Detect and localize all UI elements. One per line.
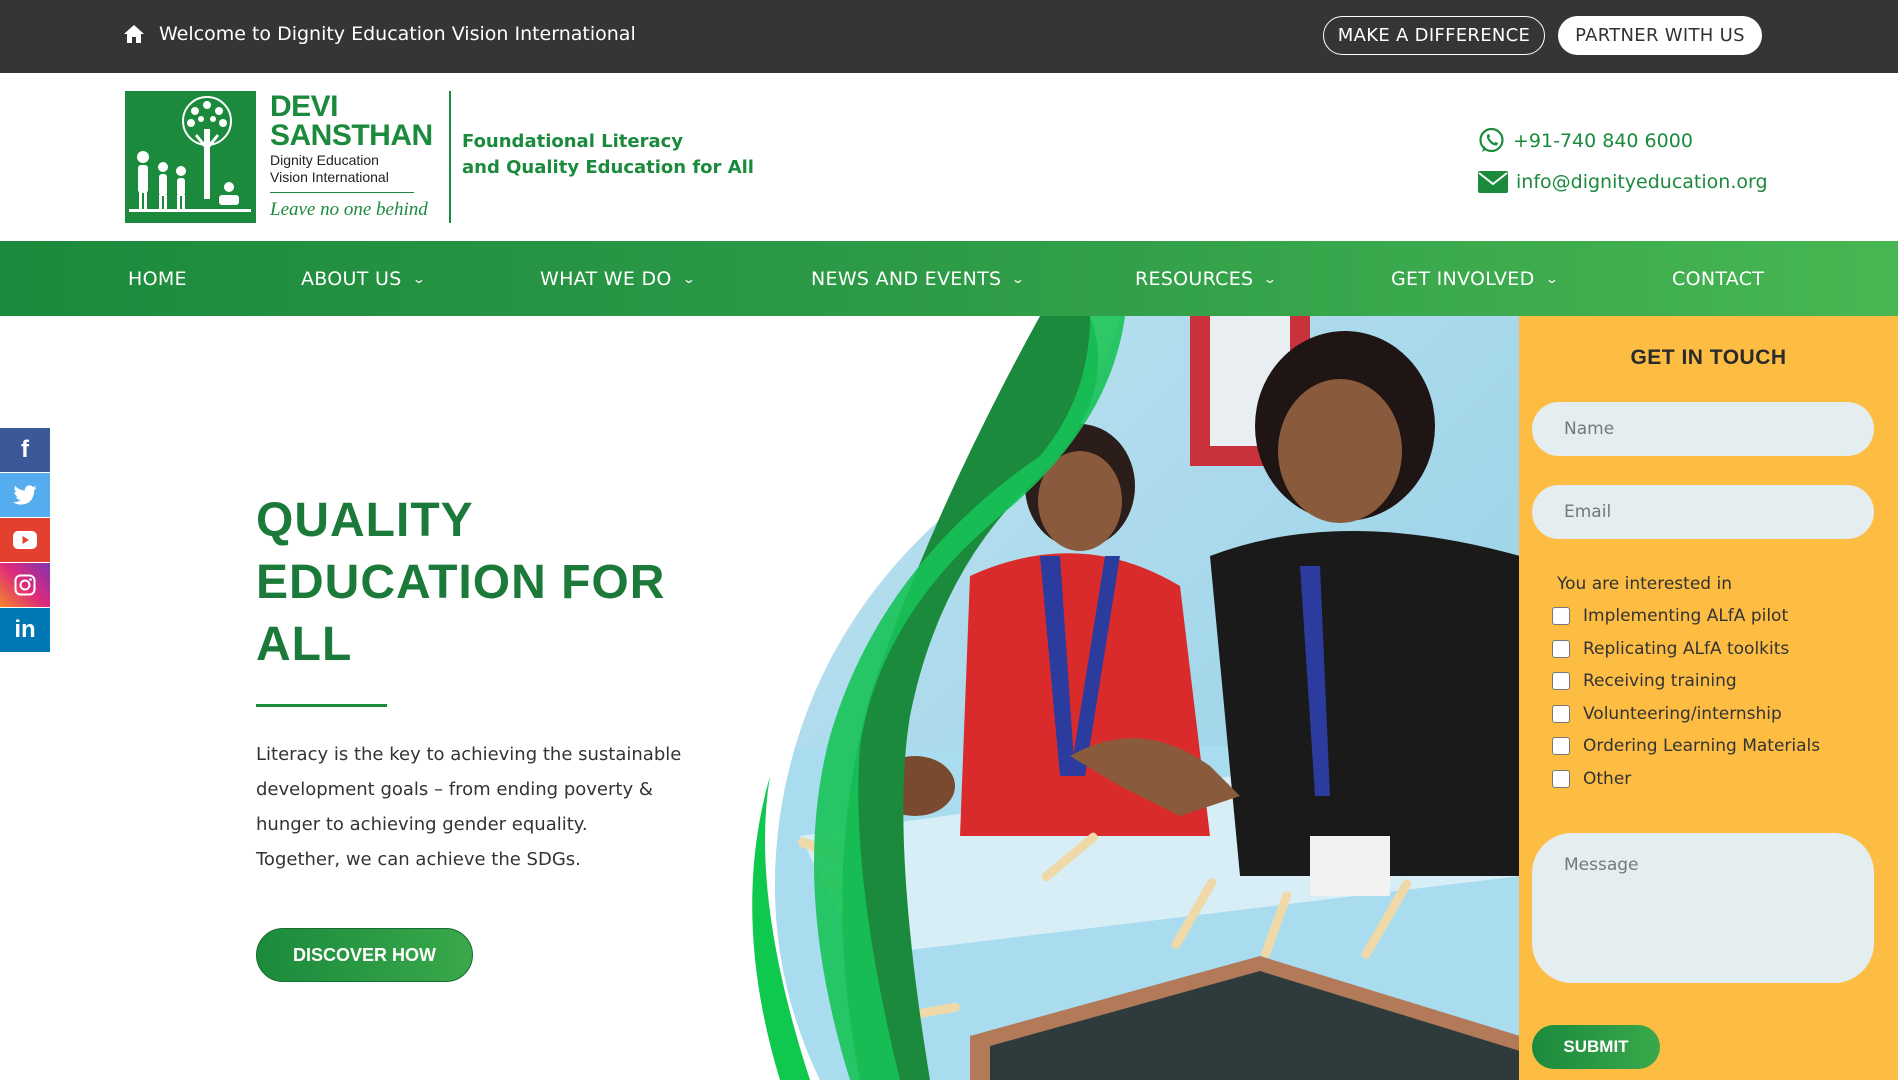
option-replicating-alfa[interactable]: Replicating ALfA toolkits — [1552, 639, 1789, 659]
discover-how-button[interactable]: DISCOVER HOW — [256, 928, 473, 982]
name-input[interactable]: Name — [1532, 402, 1874, 456]
hero-title-line3: ALL — [256, 618, 353, 671]
option-label: Volunteering/internship — [1583, 704, 1782, 724]
tagline: Foundational Literacy and Quality Educat… — [462, 129, 754, 181]
checkbox[interactable] — [1552, 607, 1570, 625]
checkbox[interactable] — [1552, 770, 1570, 788]
envelope-icon — [1478, 170, 1508, 193]
option-volunteering[interactable]: Volunteering/internship — [1552, 704, 1782, 724]
option-label: Replicating ALfA toolkits — [1583, 639, 1790, 659]
logo-line2: SANSTHAN — [270, 119, 433, 152]
email-link[interactable]: info@dignityeducation.org — [1516, 171, 1768, 193]
logo-divider — [270, 192, 414, 193]
option-label: Implementing ALfA pilot — [1583, 606, 1789, 626]
chevron-down-icon: ⌄ — [681, 271, 697, 286]
social-sidebar: f in — [0, 428, 50, 653]
nav-contact[interactable]: CONTACT — [1672, 241, 1764, 316]
option-implementing-alfa[interactable]: Implementing ALfA pilot — [1552, 606, 1788, 626]
linkedin-icon[interactable]: in — [0, 608, 50, 652]
nav-label: CONTACT — [1672, 267, 1765, 290]
logo-tree-icon[interactable] — [125, 91, 256, 223]
option-label: Receiving training — [1583, 671, 1737, 691]
email-row[interactable]: info@dignityeducation.org — [1478, 161, 1768, 202]
twitter-icon[interactable] — [0, 473, 50, 517]
logo-sub1: Dignity Education — [270, 152, 379, 168]
nav-label: NEWS AND EVENTS — [811, 267, 1002, 290]
nav-resources[interactable]: RESOURCES ⌄ — [1135, 241, 1278, 316]
hero-text-line4: Together, we can achieve the SDGs. — [256, 849, 581, 870]
hero-photo — [752, 316, 1520, 1080]
nav-label: GET INVOLVED — [1391, 267, 1535, 290]
facebook-icon[interactable]: f — [0, 428, 50, 472]
hero-content: QUALITY EDUCATION FOR ALL Literacy is th… — [256, 490, 776, 877]
get-in-touch-panel: GET IN TOUCH Name Email You are interest… — [1519, 316, 1898, 1080]
tagline-line2: and Quality Education for All — [462, 157, 754, 178]
welcome-message: Welcome to Dignity Education Vision Inte… — [123, 23, 636, 45]
logo-line1: DEVI — [270, 90, 339, 123]
option-ordering-materials[interactable]: Ordering Learning Materials — [1552, 736, 1820, 756]
option-other[interactable]: Other — [1552, 769, 1631, 789]
contact-info: +91-740 840 6000 info@dignityeducation.o… — [1478, 120, 1768, 202]
hero-underline — [256, 704, 387, 707]
hero-text-line1: Literacy is the key to achieving the sus… — [256, 744, 682, 765]
interest-label: You are interested in — [1557, 574, 1732, 594]
logo-sub2: Vision International — [270, 169, 389, 185]
checkbox[interactable] — [1552, 705, 1570, 723]
nav-get-involved[interactable]: GET INVOLVED ⌄ — [1391, 241, 1559, 316]
nav-label: WHAT WE DO — [540, 267, 672, 290]
top-bar: Welcome to Dignity Education Vision Inte… — [0, 0, 1898, 73]
nav-label: HOME — [128, 267, 187, 290]
youtube-icon[interactable] — [0, 518, 50, 562]
checkbox[interactable] — [1552, 737, 1570, 755]
hero-title-line1: QUALITY — [256, 494, 474, 547]
hero-title-line2: EDUCATION FOR — [256, 556, 666, 609]
chevron-down-icon: ⌄ — [1011, 271, 1026, 286]
nav-label: ABOUT US — [301, 267, 402, 290]
nav-news-and-events[interactable]: NEWS AND EVENTS ⌄ — [811, 241, 1026, 316]
nav-about-us[interactable]: ABOUT US ⌄ — [301, 241, 427, 316]
instagram-icon[interactable] — [0, 563, 50, 607]
main-nav: HOME ABOUT US ⌄ WHAT WE DO ⌄ NEWS AND EVEN… — [0, 241, 1898, 316]
logo-motto: Leave no one behind — [270, 199, 428, 220]
chevron-down-icon: ⌄ — [1263, 271, 1278, 286]
logo-wordmark[interactable]: DEVI SANSTHAN Dignity Education Vision I… — [270, 92, 450, 221]
submit-button[interactable]: SUBMIT — [1532, 1025, 1660, 1069]
header-divider — [449, 91, 451, 223]
phone-row[interactable]: +91-740 840 6000 — [1478, 120, 1768, 161]
option-label: Other — [1583, 769, 1632, 789]
nav-what-we-do[interactable]: WHAT WE DO ⌄ — [540, 241, 697, 316]
tagline-line1: Foundational Literacy — [462, 131, 684, 152]
chevron-down-icon: ⌄ — [411, 271, 427, 286]
partner-with-us-button[interactable]: PARTNER WITH US — [1558, 16, 1762, 55]
form-title: GET IN TOUCH — [1630, 346, 1787, 369]
nav-label: RESOURCES — [1135, 267, 1254, 290]
phone-link[interactable]: +91-740 840 6000 — [1513, 130, 1693, 152]
site-header: DEVI SANSTHAN Dignity Education Vision I… — [0, 73, 1898, 241]
nav-home[interactable]: HOME — [128, 241, 187, 316]
hero-description: Literacy is the key to achieving the sus… — [256, 737, 736, 877]
email-input[interactable]: Email — [1532, 485, 1874, 539]
option-label: Ordering Learning Materials — [1583, 736, 1821, 756]
option-receiving-training[interactable]: Receiving training — [1552, 671, 1737, 691]
hero-text-line3: hunger to achieving gender equality. — [256, 814, 588, 835]
home-icon — [124, 25, 144, 43]
whatsapp-icon — [1479, 127, 1504, 153]
checkbox[interactable] — [1552, 672, 1570, 690]
chevron-down-icon: ⌄ — [1544, 271, 1559, 286]
hero-title: QUALITY EDUCATION FOR ALL — [256, 490, 776, 676]
hero-text-line2: development goals – from ending poverty … — [256, 779, 653, 800]
message-textarea[interactable]: Message — [1532, 833, 1874, 983]
checkbox[interactable] — [1552, 640, 1570, 658]
welcome-text: Welcome to Dignity Education Vision Inte… — [159, 23, 636, 45]
make-a-difference-button[interactable]: MAKE A DIFFERENCE — [1323, 16, 1545, 55]
